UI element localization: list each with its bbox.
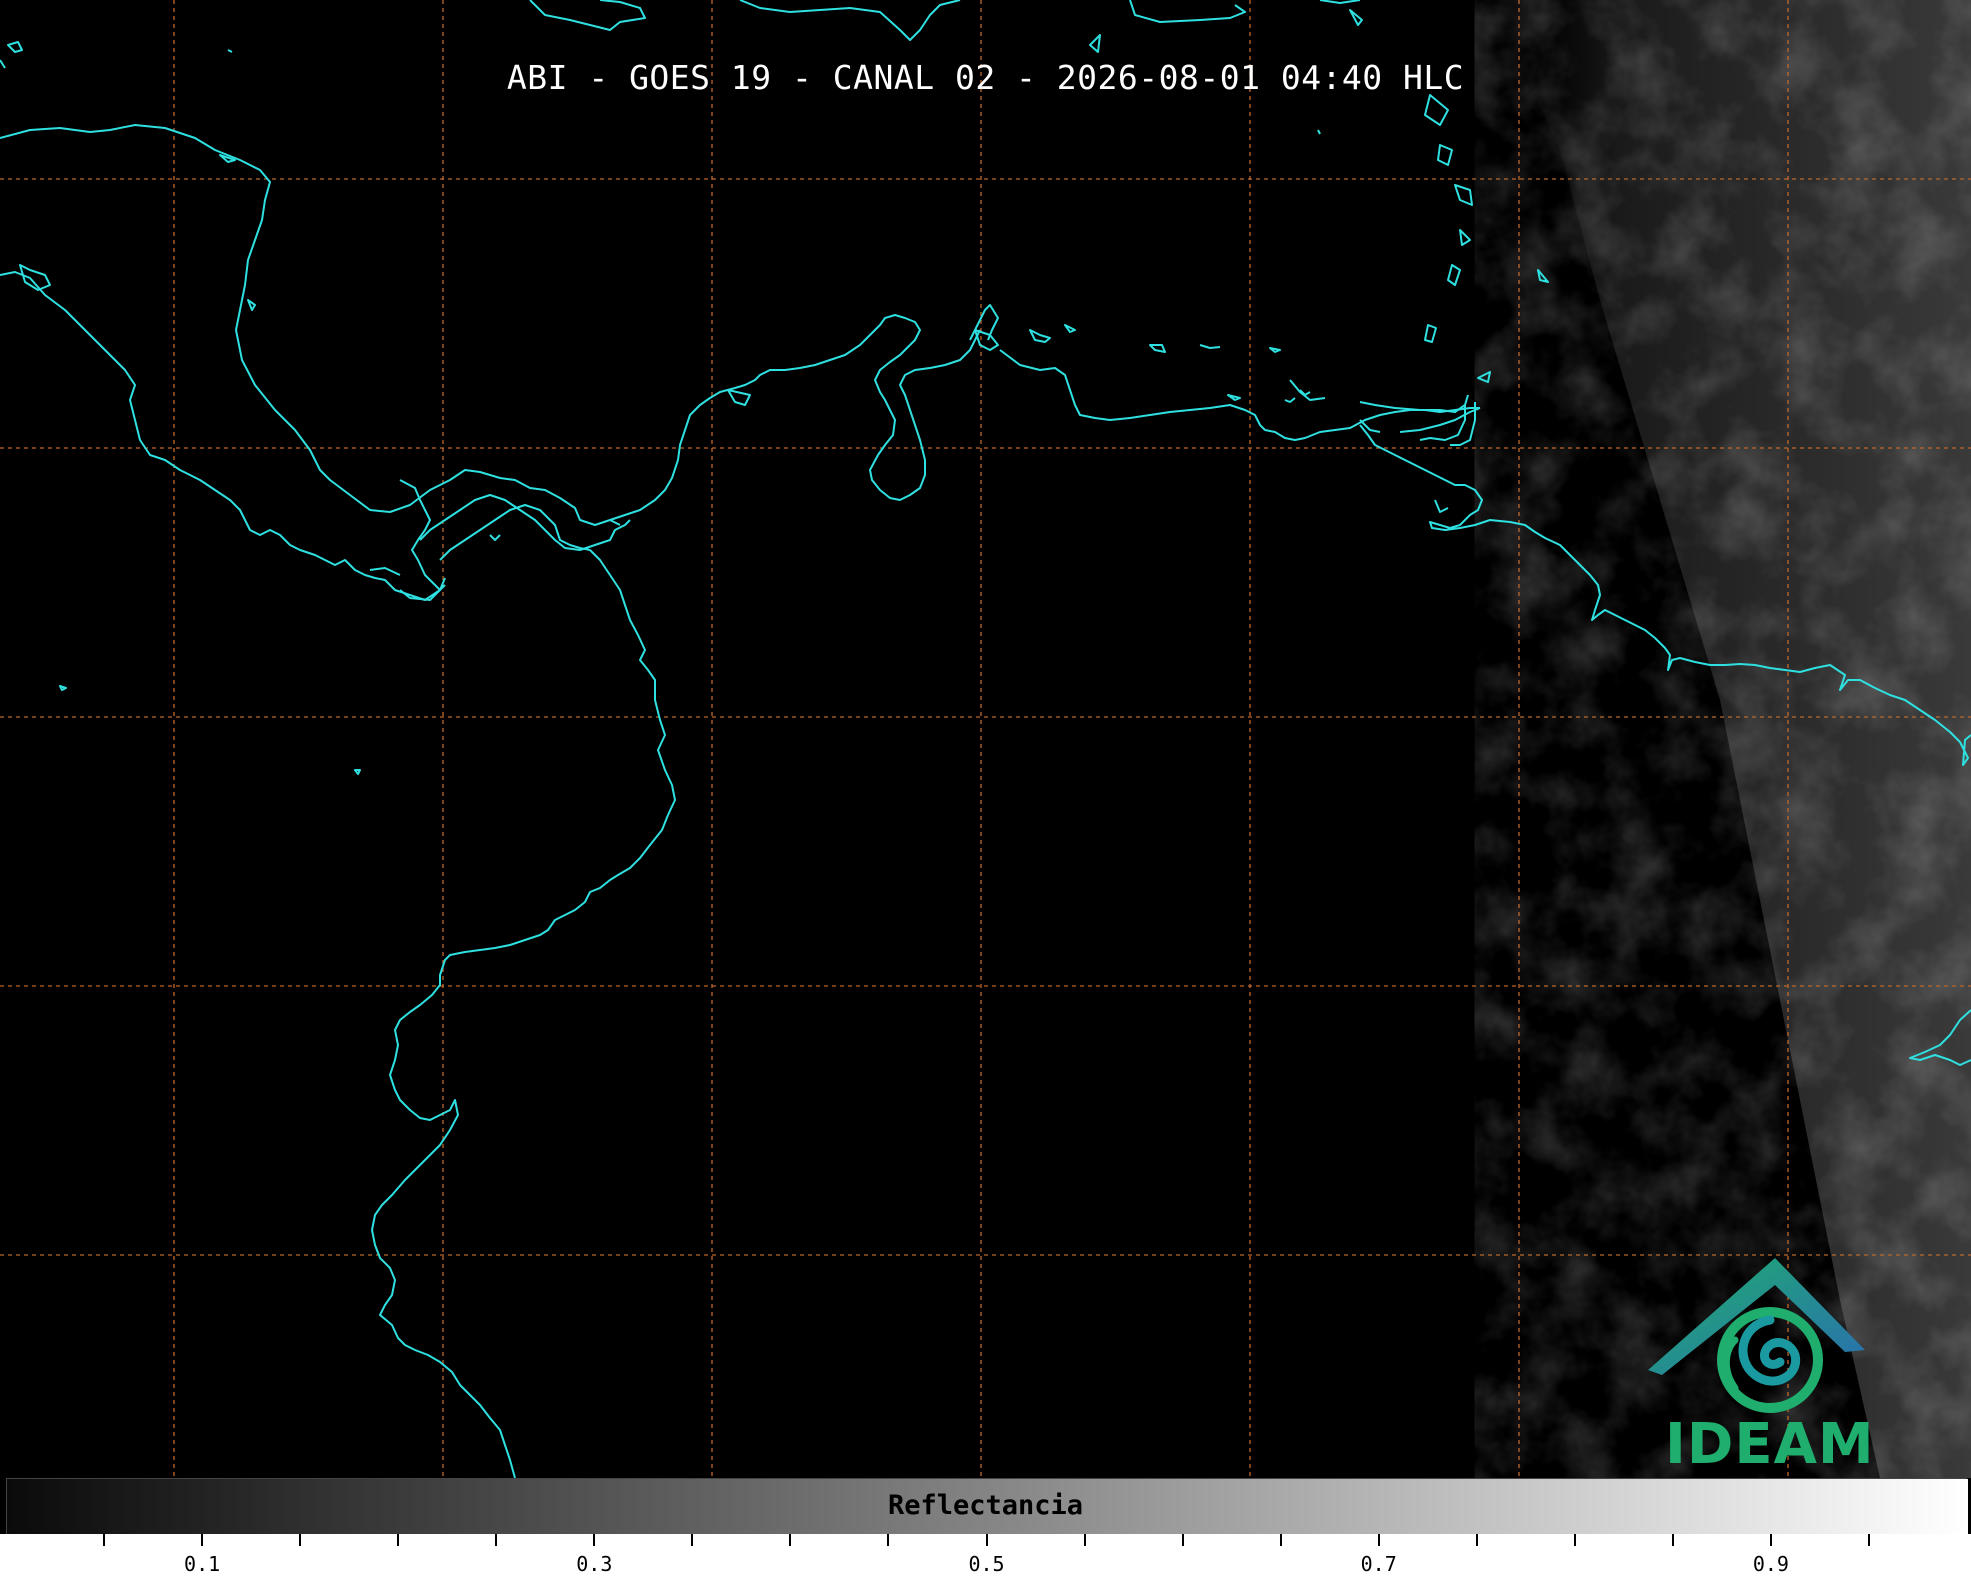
colorbar-tick: [495, 1534, 498, 1546]
colorbar-tick: [1279, 1534, 1282, 1546]
colorbar-tick-label: 0.5: [968, 1552, 1005, 1576]
colorbar-tick: [299, 1534, 302, 1546]
colorbar-tick: [103, 1534, 106, 1546]
satellite-image: ABI - GOES 19 - CANAL 02 - 2026-08-01 04…: [0, 0, 1971, 1478]
colorbar-tick: [691, 1534, 694, 1546]
colorbar-tick-label: 0.9: [1752, 1552, 1789, 1576]
colorbar-tick: [1181, 1534, 1184, 1546]
colorbar-tick: [1573, 1534, 1576, 1546]
colorbar-tick: [887, 1534, 890, 1546]
colorbar-tick: [985, 1534, 988, 1546]
colorbar-tick: [593, 1534, 596, 1546]
colorbar-tick-label: 0.3: [576, 1552, 613, 1576]
colorbar-tick: [1377, 1534, 1380, 1546]
colorbar-tick: [397, 1534, 400, 1546]
colorbar-tick: [1867, 1534, 1870, 1546]
colorbar-tick-label: 0.7: [1360, 1552, 1397, 1576]
colorbar-tick: [1083, 1534, 1086, 1546]
colorbar-tick: [1475, 1534, 1478, 1546]
colorbar-tick: [201, 1534, 204, 1546]
colorbar-tick-label: 0.1: [184, 1552, 221, 1576]
colorbar-label: Reflectancia: [887, 1490, 1084, 1521]
ideam-logo-text: IDEAM: [1665, 1412, 1875, 1477]
image-title: ABI - GOES 19 - CANAL 02 - 2026-08-01 04…: [506, 58, 1465, 97]
colorbar-tick: [789, 1534, 792, 1546]
colorbar-axis: 0.1 0.3 0.5 0.7 0.9: [0, 1534, 1971, 1577]
colorbar-tick: [1671, 1534, 1674, 1546]
colorbar-tick: [1769, 1534, 1772, 1546]
